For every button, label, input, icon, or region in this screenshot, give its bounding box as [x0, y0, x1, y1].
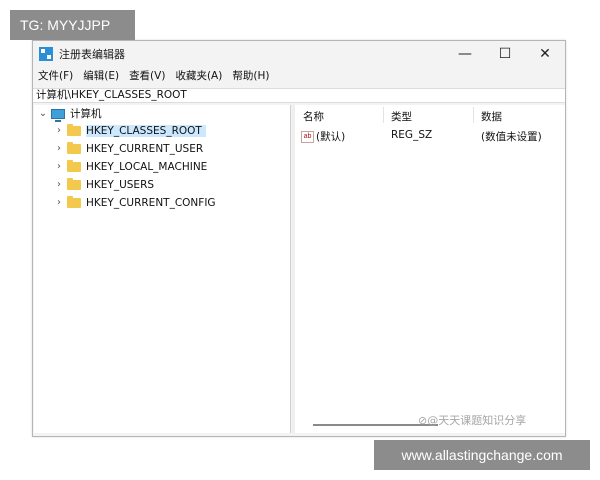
close-button[interactable]: ✕	[525, 41, 565, 67]
string-value-icon: ab	[301, 130, 314, 143]
chevron-right-icon[interactable]: ›	[54, 161, 64, 172]
tree-item-label: HKEY_USERS	[86, 178, 155, 191]
chevron-right-icon[interactable]: ›	[54, 197, 64, 208]
value-name-cell: ab (默认)	[301, 129, 345, 144]
value-name: (默认)	[316, 131, 346, 143]
column-divider[interactable]	[383, 107, 384, 123]
tree-item-label: HKEY_CLASSES_ROOT	[86, 124, 206, 137]
registry-editor-window: 注册表编辑器 — ☐ ✕ 文件(F) 编辑(E) 查看(V) 收藏夹(A) 帮助…	[32, 40, 566, 437]
tree-item-label: HKEY_LOCAL_MACHINE	[86, 160, 208, 173]
chevron-right-icon[interactable]: ›	[54, 125, 64, 136]
menu-file[interactable]: 文件(F)	[33, 68, 78, 84]
window-controls: — ☐ ✕	[445, 41, 565, 67]
values-pane[interactable]: 名称 类型 数据 ab (默认) REG_SZ (数值未设置)	[295, 105, 565, 433]
column-header-type[interactable]: 类型	[391, 109, 412, 124]
chevron-right-icon[interactable]: ›	[54, 143, 64, 154]
folder-icon	[67, 159, 81, 172]
menu-favorites[interactable]: 收藏夹(A)	[170, 68, 227, 84]
value-data: (数值未设置)	[481, 131, 542, 143]
folder-icon	[67, 141, 81, 154]
folder-icon	[67, 177, 81, 190]
key-tree-pane[interactable]: ⌄ 计算机 › HKEY_CLASSES_ROOT › HKEY_CURRENT…	[34, 105, 291, 433]
column-header-name[interactable]: 名称	[303, 109, 324, 124]
title-bar: 注册表编辑器 — ☐ ✕	[33, 41, 565, 67]
watermark-top: TG: MYYJJPP	[10, 10, 135, 40]
menu-bar: 文件(F) 编辑(E) 查看(V) 收藏夹(A) 帮助(H)	[33, 68, 274, 84]
column-header-data[interactable]: 数据	[481, 109, 502, 124]
maximize-button[interactable]: ☐	[485, 41, 525, 67]
tree-item-hkey-users[interactable]: › HKEY_USERS	[54, 176, 154, 193]
folder-icon	[67, 123, 81, 136]
menu-edit[interactable]: 编辑(E)	[78, 68, 124, 84]
tree-item-hkey-current-user[interactable]: › HKEY_CURRENT_USER	[54, 140, 203, 157]
tree-item-label: HKEY_CURRENT_CONFIG	[86, 196, 216, 209]
tree-item-hkey-current-config[interactable]: › HKEY_CURRENT_CONFIG	[54, 194, 216, 211]
registry-editor-icon	[39, 47, 53, 61]
chevron-down-icon[interactable]: ⌄	[38, 108, 48, 119]
chevron-right-icon[interactable]: ›	[54, 179, 64, 190]
tree-item-computer[interactable]: ⌄ 计算机	[38, 105, 102, 122]
value-type: REG_SZ	[391, 129, 433, 141]
tree-item-hkey-classes-root[interactable]: › HKEY_CLASSES_ROOT	[54, 122, 206, 139]
window-title: 注册表编辑器	[59, 48, 125, 61]
watermark-right: ⊘@天天课题知识分享	[418, 414, 527, 427]
watermark-bottom: www.allastingchange.com	[374, 440, 590, 470]
column-divider[interactable]	[473, 107, 474, 123]
tree-item-label: 计算机	[70, 108, 102, 120]
menu-help[interactable]: 帮助(H)	[227, 68, 274, 84]
tree-item-hkey-local-machine[interactable]: › HKEY_LOCAL_MACHINE	[54, 158, 207, 175]
folder-icon	[67, 195, 81, 208]
menu-view[interactable]: 查看(V)	[124, 68, 170, 84]
tree-item-label: HKEY_CURRENT_USER	[86, 142, 204, 155]
address-bar[interactable]: 计算机\HKEY_CLASSES_ROOT	[33, 88, 565, 103]
computer-icon	[51, 108, 65, 122]
minimize-button[interactable]: —	[445, 41, 485, 67]
